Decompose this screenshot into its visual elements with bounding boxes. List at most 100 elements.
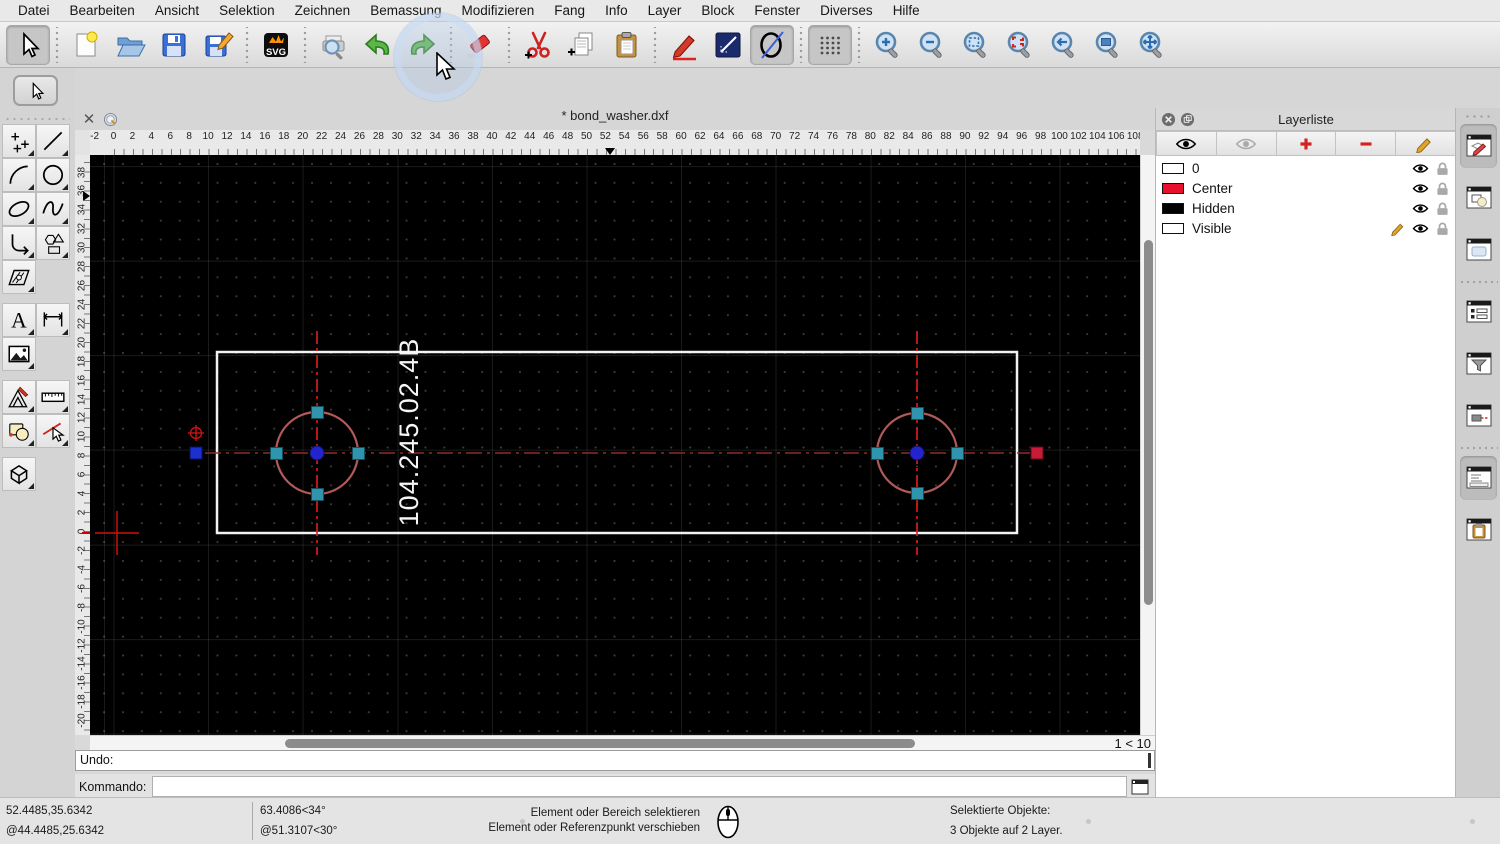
menu-fenster[interactable]: Fenster — [744, 0, 810, 22]
dock-block-list-button[interactable] — [1460, 176, 1497, 220]
menu-bemassung[interactable]: Bemassung — [360, 0, 451, 22]
layer-color-swatch[interactable] — [1162, 182, 1184, 194]
layer-visibility-icon[interactable] — [1412, 201, 1429, 216]
menu-ansicht[interactable]: Ansicht — [145, 0, 209, 22]
zoom-pan-button[interactable] — [1130, 25, 1174, 65]
layer-row-center[interactable]: Center — [1156, 178, 1456, 198]
text-tool-button[interactable]: A — [2, 303, 36, 337]
dock-command-line-button[interactable] — [1460, 456, 1497, 500]
dock-pen-wizard-button[interactable] — [1460, 394, 1497, 438]
points-tool-button[interactable] — [2, 124, 36, 158]
cut-button[interactable] — [516, 25, 560, 65]
center-node-left[interactable] — [309, 445, 325, 461]
select-modify-tool-button[interactable] — [36, 414, 70, 448]
select-tool-button-left[interactable] — [13, 75, 58, 106]
delete-button[interactable] — [458, 25, 502, 65]
show-all-layers-button[interactable] — [1156, 131, 1217, 156]
layer-visibility-icon[interactable] — [1412, 221, 1429, 236]
solid-tool-button[interactable] — [2, 457, 36, 491]
menu-bearbeiten[interactable]: Bearbeiten — [60, 0, 145, 22]
grid-toggle-button[interactable] — [808, 24, 852, 65]
arc-tool-button[interactable] — [2, 158, 36, 192]
zoom-window-button[interactable] — [1086, 25, 1130, 65]
part-number-text[interactable]: 104.245.02.4B — [394, 338, 424, 527]
dock-entity-list-button[interactable] — [1460, 290, 1497, 334]
hide-all-layers-button[interactable] — [1216, 131, 1277, 156]
layer-color-swatch[interactable] — [1162, 162, 1184, 174]
horizontal-scrollbar[interactable]: 1 < 10 — [90, 735, 1155, 751]
layer-row-visible[interactable]: Visible — [1156, 218, 1456, 238]
menu-layer[interactable]: Layer — [638, 0, 692, 22]
menu-block[interactable]: Block — [691, 0, 744, 22]
washer-outline[interactable] — [215, 350, 1019, 535]
horizontal-scrollbar-thumb[interactable] — [285, 739, 915, 748]
open-file-button[interactable] — [108, 25, 152, 65]
dimension-tool-button[interactable] — [36, 303, 70, 337]
paste-button[interactable] — [604, 25, 648, 65]
palette-drag-handle[interactable] — [4, 116, 70, 122]
zoom-window-red-button[interactable] — [998, 25, 1042, 65]
copy-button[interactable] — [560, 25, 604, 65]
undo-history-bar[interactable]: Undo: — [75, 750, 1155, 771]
save-as-button[interactable] — [196, 25, 240, 65]
dock-layer-list-button[interactable] — [1460, 124, 1497, 168]
line-tool-button[interactable] — [36, 124, 70, 158]
new-file-button[interactable] — [64, 25, 108, 65]
undo-button[interactable] — [356, 25, 400, 65]
command-window-icon[interactable] — [1131, 779, 1149, 795]
layer-row-hidden[interactable]: Hidden — [1156, 198, 1456, 218]
menu-datei[interactable]: Datei — [8, 0, 60, 22]
circle-tool-button[interactable] — [36, 158, 70, 192]
polygon-tool-button[interactable] — [36, 226, 70, 260]
print-preview-button[interactable] — [312, 25, 356, 65]
layer-visibility-icon[interactable] — [1412, 161, 1429, 176]
modify-tool-button[interactable] — [2, 380, 36, 414]
zoom-in-button[interactable] — [866, 25, 910, 65]
polyline-tool-button[interactable] — [2, 226, 36, 260]
layer-lock-icon[interactable] — [1434, 201, 1451, 216]
center-node-right[interactable] — [909, 445, 925, 461]
menu-info[interactable]: Info — [595, 0, 638, 22]
line-attributes-button[interactable] — [706, 25, 750, 65]
layer-color-swatch[interactable] — [1162, 222, 1184, 234]
menu-diverses[interactable]: Diverses — [810, 0, 883, 22]
redo-button[interactable] — [400, 25, 444, 65]
vertical-scrollbar[interactable] — [1140, 155, 1155, 735]
measure-tool-button[interactable] — [36, 380, 70, 414]
dock-drag-handle[interactable] — [1464, 114, 1494, 119]
svg-export-button[interactable]: SVG — [254, 25, 298, 65]
zoom-out-button[interactable] — [910, 25, 954, 65]
hatch-tool-button[interactable] — [2, 260, 36, 294]
pen-attributes-button[interactable] — [662, 25, 706, 65]
drawing-canvas[interactable]: 104.245.02.4B — [90, 155, 1140, 735]
endpoint-handle-red[interactable] — [1030, 446, 1044, 460]
dock-library-browser-button[interactable] — [1460, 228, 1497, 272]
zoom-previous-button[interactable] — [1042, 25, 1086, 65]
spline-tool-button[interactable] — [36, 192, 70, 226]
image-tool-button[interactable] — [2, 337, 36, 371]
circle-tool-button[interactable] — [750, 24, 794, 65]
endpoint-handle-blue[interactable] — [189, 446, 203, 460]
layer-lock-icon[interactable] — [1434, 181, 1451, 196]
edit-layer-button[interactable] — [1396, 131, 1456, 156]
layer-color-swatch[interactable] — [1162, 202, 1184, 214]
layer-visibility-icon[interactable] — [1412, 181, 1429, 196]
dock-clipboard-button[interactable] — [1460, 508, 1497, 552]
vertical-scrollbar-thumb[interactable] — [1144, 240, 1153, 605]
ellipse-tool-button[interactable] — [2, 192, 36, 226]
menu-zeichnen[interactable]: Zeichnen — [285, 0, 361, 22]
add-layer-button[interactable] — [1276, 131, 1337, 156]
block-tool-button[interactable] — [2, 414, 36, 448]
layer-lock-icon[interactable] — [1434, 161, 1451, 176]
select-tool-button[interactable] — [6, 24, 50, 65]
zoom-auto-button[interactable] — [954, 25, 998, 65]
menu-modifizieren[interactable]: Modifizieren — [452, 0, 545, 22]
dock-selection-filter-button[interactable] — [1460, 342, 1497, 386]
layer-lock-icon[interactable] — [1434, 221, 1451, 236]
layer-row-0[interactable]: 0 — [1156, 158, 1456, 178]
menu-hilfe[interactable]: Hilfe — [883, 0, 930, 22]
command-input[interactable] — [152, 776, 1127, 797]
remove-layer-button[interactable] — [1336, 131, 1397, 156]
menu-fang[interactable]: Fang — [544, 0, 595, 22]
save-button[interactable] — [152, 25, 196, 65]
